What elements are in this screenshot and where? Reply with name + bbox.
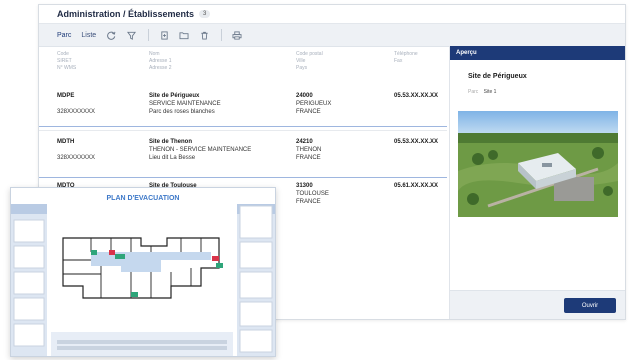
trash-icon[interactable] <box>199 30 209 40</box>
site-aerial-photo <box>458 111 618 217</box>
site-phone: 05.53.XX.XX.XX <box>394 139 439 145</box>
column-header-postal[interactable]: Code postal Ville Pays <box>296 51 323 72</box>
title-bar: Administration / Établissements 3 <box>39 5 625 24</box>
preview-footer: Ouvrir <box>450 290 625 319</box>
site-code: MDPE <box>57 93 75 99</box>
toolbar-divider <box>221 29 223 41</box>
column-label: SIRET <box>57 58 72 64</box>
column-label: Fax <box>394 58 403 64</box>
column-label: Adresse 1 <box>149 58 172 64</box>
tab-liste[interactable]: Liste <box>81 32 96 39</box>
column-label: Code postal <box>296 51 323 57</box>
site-phone: 05.61.XX.XX.XX <box>394 183 439 189</box>
toolbar-divider <box>148 29 150 41</box>
column-label: Ville <box>296 58 306 64</box>
site-address-2: Lieu dit La Besse <box>149 155 196 161</box>
refresh-icon[interactable] <box>106 30 116 40</box>
site-address-1: THENON - SERVICE MAINTENANCE <box>149 147 252 153</box>
site-postal-code: 31300 <box>296 183 313 189</box>
table-row[interactable]: MDTH 328XXXXXXX Site de Thenon THENON - … <box>39 126 447 178</box>
print-icon[interactable] <box>232 30 242 40</box>
site-city: PERIGUEUX <box>296 101 332 107</box>
site-name: Site de Thenon <box>149 139 193 145</box>
open-button[interactable]: Ouvrir <box>564 298 616 313</box>
site-siret: 328XXXXXXX <box>57 109 96 115</box>
site-country: FRANCE <box>296 199 321 205</box>
column-header-code[interactable]: Code SIRET N° WMS <box>57 51 76 72</box>
column-label: Téléphone <box>394 51 418 57</box>
site-city: THENON <box>296 147 322 153</box>
site-siret: 328XXXXXXX <box>57 155 96 161</box>
table-header: Code SIRET N° WMS Nom Adresse 1 Adresse … <box>39 49 447 79</box>
tab-parc[interactable]: Parc <box>57 32 71 39</box>
column-label: Pays <box>296 65 308 71</box>
site-name: Site de Périgueux <box>149 93 200 99</box>
count-badge: 3 <box>199 10 211 18</box>
preview-header: Aperçu <box>450 46 625 60</box>
toolbar: Parc Liste <box>39 24 625 47</box>
new-document-icon[interactable] <box>159 30 169 40</box>
table-row[interactable]: MDPE 328XXXXXXX Site de Périgueux SERVIC… <box>39 80 447 131</box>
site-address-2: Parc des roses blanches <box>149 109 215 115</box>
page-title: Administration / Établissements <box>57 9 195 19</box>
folder-icon[interactable] <box>179 30 189 40</box>
site-country: FRANCE <box>296 109 321 115</box>
column-header-phone[interactable]: Téléphone Fax <box>394 51 418 65</box>
preview-title: Site de Périgueux <box>468 73 527 80</box>
column-label: Code <box>57 51 69 57</box>
site-city: TOULOUSE <box>296 191 329 197</box>
column-label: N° WMS <box>57 65 77 71</box>
site-code: MDTH <box>57 139 75 145</box>
column-header-name[interactable]: Nom Adresse 1 Adresse 2 <box>149 51 172 72</box>
site-address-1: SERVICE MAINTENANCE <box>149 101 221 107</box>
evacuation-plan: PLAN D'EVACUATION <box>10 187 276 357</box>
preview-subtitle: Parc Site 1 <box>468 89 496 95</box>
preview-sub-label: Parc <box>468 89 479 95</box>
site-postal-code: 24210 <box>296 139 313 145</box>
site-phone: 05.53.XX.XX.XX <box>394 93 439 99</box>
filter-icon[interactable] <box>126 30 136 40</box>
site-postal-code: 24000 <box>296 93 313 99</box>
evacuation-plan-drawing <box>11 204 275 356</box>
column-label: Nom <box>149 51 160 57</box>
site-country: FRANCE <box>296 155 321 161</box>
preview-panel: Aperçu Site de Périgueux Parc Site 1 Ouv… <box>449 46 625 319</box>
column-label: Adresse 2 <box>149 65 172 71</box>
preview-sub-value: Site 1 <box>483 89 497 95</box>
